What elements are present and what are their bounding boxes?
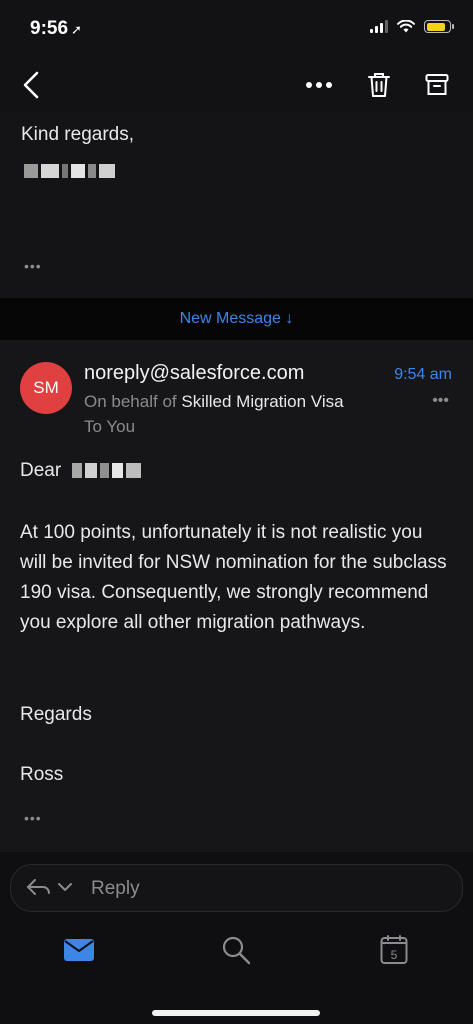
location-arrow-icon: ➚: [71, 22, 82, 37]
more-icon: [306, 82, 332, 88]
greeting: Dear: [20, 460, 62, 481]
navigation-bar: [0, 58, 473, 112]
behalf-name[interactable]: Skilled Migration Visa: [181, 392, 343, 411]
email-more-button[interactable]: •••: [432, 392, 449, 410]
home-indicator[interactable]: [152, 1010, 320, 1016]
redacted-name: [24, 164, 115, 178]
calendar-icon: 5: [380, 935, 408, 964]
bottom-toolbar: Reply 5: [0, 852, 473, 1024]
new-message-banner[interactable]: New Message ↓: [0, 298, 473, 340]
battery-icon: [424, 20, 454, 33]
sender-address[interactable]: noreply@salesforce.com: [84, 362, 304, 385]
signoff: Regards: [20, 704, 92, 725]
status-bar: 9:56 ➚: [0, 0, 473, 58]
redacted-name: [72, 463, 142, 478]
tab-search[interactable]: [216, 930, 256, 970]
previous-message[interactable]: Kind regards, •••: [0, 112, 473, 298]
greeting-line: Dear: [20, 456, 452, 486]
search-icon: [222, 936, 251, 965]
reply-label: Reply: [91, 878, 140, 899]
avatar[interactable]: SM: [20, 362, 72, 414]
wifi-icon: [397, 20, 415, 33]
email-time: 9:54 am: [394, 366, 452, 383]
cellular-signal-icon: [370, 20, 388, 33]
trash-icon: [368, 73, 390, 97]
recipient-line[interactable]: To You: [84, 417, 135, 437]
delete-button[interactable]: [360, 66, 398, 104]
status-time: 9:56 ➚: [30, 18, 82, 39]
on-behalf-line: On behalf of Skilled Migration Visa: [84, 392, 344, 412]
mail-icon: [64, 939, 94, 961]
back-button[interactable]: [12, 66, 50, 104]
chevron-left-icon: [23, 71, 39, 99]
expand-quoted-button[interactable]: •••: [24, 258, 42, 274]
more-button[interactable]: [300, 66, 338, 104]
email-message: SM noreply@salesforce.com 9:54 am On beh…: [0, 340, 473, 852]
reply-button[interactable]: Reply: [10, 864, 463, 912]
new-message-label: New Message ↓: [179, 310, 294, 327]
closing-text: Kind regards,: [21, 124, 135, 145]
archive-icon: [425, 74, 449, 95]
reply-arrow-icon: [27, 879, 72, 895]
tab-calendar[interactable]: 5: [374, 930, 414, 970]
email-paragraph: At 100 points, unfortunately it is not r…: [20, 522, 447, 633]
expand-quoted-button[interactable]: •••: [24, 810, 42, 826]
behalf-prefix: On behalf of: [84, 392, 177, 411]
tab-mail[interactable]: [59, 930, 99, 970]
calendar-day: 5: [391, 948, 398, 962]
archive-button[interactable]: [418, 66, 456, 104]
signature: Ross: [20, 764, 64, 785]
